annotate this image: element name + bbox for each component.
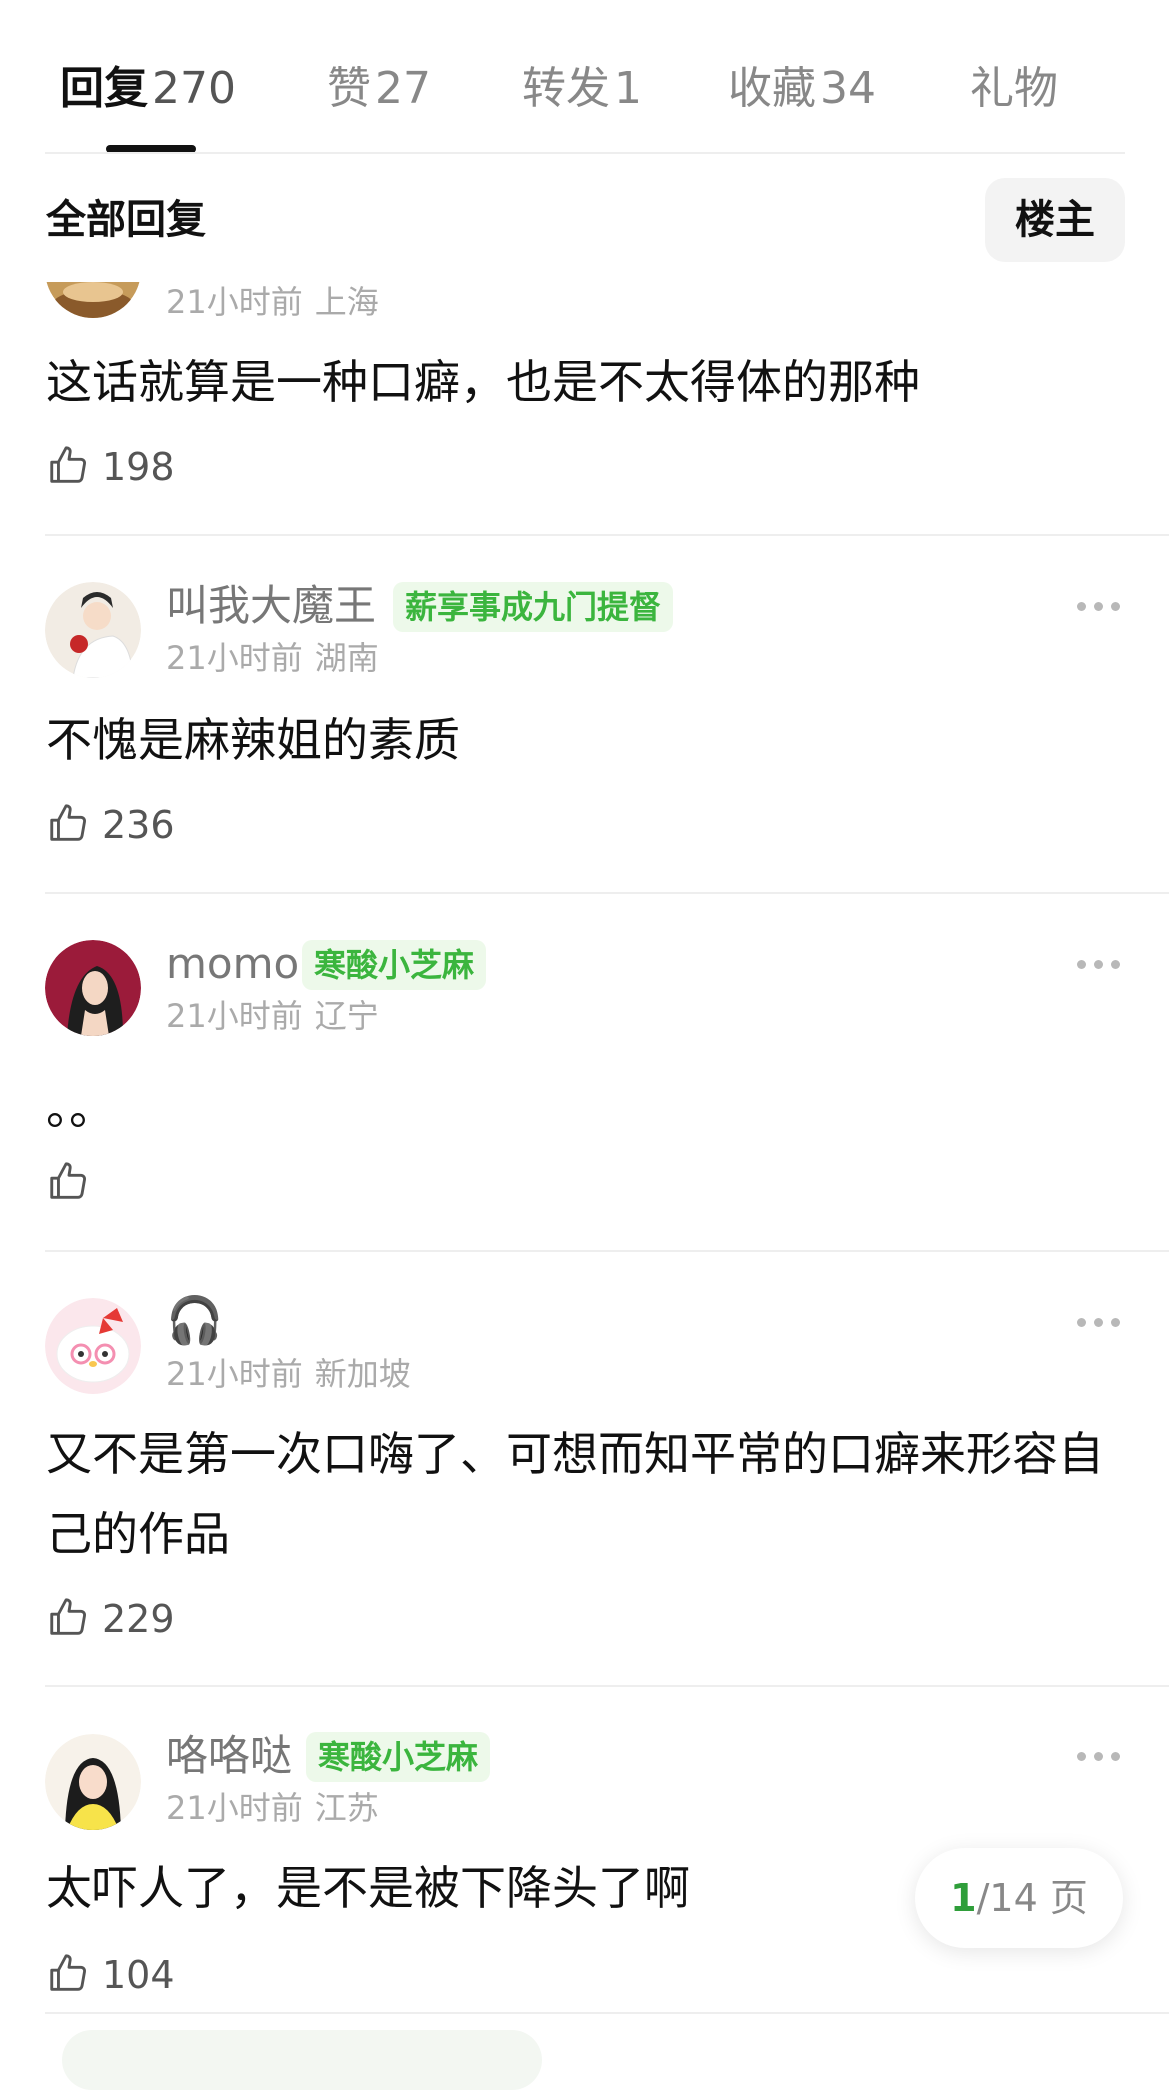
comment-divider: [45, 892, 1169, 894]
comment-meta: 21小时前 新加坡: [166, 1352, 411, 1396]
thumbs-up-icon: [50, 804, 87, 841]
op-only-button[interactable]: 楼主: [985, 178, 1125, 262]
comment-location: 湖南: [314, 639, 379, 677]
tab-bar: 回复270 赞27 转发1 收藏34 礼物: [0, 0, 1169, 154]
comment-username[interactable]: 咯咯哒: [166, 1728, 292, 1784]
avatar-image: [45, 1298, 141, 1394]
comment-meta: 21小时前 江苏: [166, 1786, 379, 1830]
tab-gifts-label: 礼物: [970, 63, 1058, 114]
more-options-icon[interactable]: [1075, 956, 1123, 972]
thumbs-up-icon: [50, 1162, 87, 1199]
avatar[interactable]: [45, 1734, 141, 1830]
comment-username[interactable]: momo: [166, 936, 299, 992]
user-badge: 寒酸小芝麻: [306, 1732, 491, 1782]
comment-time: 21小时前: [166, 639, 303, 677]
tab-favorites-count: 34: [820, 63, 876, 114]
comment-meta: 21小时前 湖南: [166, 636, 379, 680]
comment-content: 。。: [46, 1081, 115, 1135]
comment-divider: [45, 2012, 1169, 2014]
tab-favorites[interactable]: 收藏34: [728, 58, 876, 120]
user-badge: 寒酸小芝麻: [302, 940, 487, 990]
comment-meta: 21小时前 辽宁: [166, 994, 379, 1038]
thumbs-up-icon: [50, 446, 87, 483]
tab-replies-label: 回复: [60, 63, 148, 114]
comment-content: 这话就算是一种口癖，也是不太得体的那种: [46, 355, 920, 409]
tab-reposts-label: 转发: [522, 63, 610, 114]
reply-input-bar[interactable]: [62, 2030, 542, 2090]
tab-gifts[interactable]: 礼物: [970, 58, 1062, 120]
avatar[interactable]: [45, 582, 141, 678]
like-count: 198: [102, 445, 175, 489]
tab-likes-count: 27: [375, 63, 431, 114]
comment-time: 21小时前: [166, 1355, 303, 1393]
comment-divider: [45, 1250, 1169, 1252]
tab-reposts-count: 1: [614, 63, 642, 114]
comment-location: 辽宁: [314, 997, 379, 1035]
comment-divider: [45, 534, 1169, 536]
tab-likes-label: 赞: [327, 63, 371, 114]
comment-divider: [45, 1685, 1169, 1687]
comment-location: 江苏: [314, 1789, 379, 1827]
comment-time: 21小时前: [166, 283, 303, 321]
comment-content: 又不是第一次口嗨了、可想而知平常的口癖来形容自己的作品: [46, 1427, 1104, 1561]
more-options-icon[interactable]: [1075, 598, 1123, 614]
all-replies-title: 全部回复: [46, 197, 206, 243]
tab-replies[interactable]: 回复270: [60, 58, 236, 120]
current-page: 1: [950, 1876, 977, 1920]
page-indicator[interactable]: 1/14 页: [915, 1848, 1123, 1948]
comment-username[interactable]: 叫我大魔王: [166, 578, 376, 634]
avatar-image: [45, 940, 141, 1036]
tab-likes[interactable]: 赞27: [327, 58, 431, 120]
more-options-icon[interactable]: [1075, 1314, 1123, 1330]
tab-favorites-label: 收藏: [728, 63, 816, 114]
more-options-icon[interactable]: [1075, 1748, 1123, 1764]
avatar-image: [45, 582, 141, 678]
like-count: 104: [102, 1953, 175, 1997]
comment-username[interactable]: 🎧: [166, 1292, 223, 1348]
like-count: 236: [102, 803, 175, 847]
comment-time: 21小时前: [166, 997, 303, 1035]
comment-meta: 21小时前 上海: [166, 280, 379, 324]
like-count: 229: [102, 1597, 175, 1641]
avatar[interactable]: [45, 1298, 141, 1394]
total-pages: /14 页: [976, 1876, 1088, 1920]
avatar-image: [45, 1734, 141, 1830]
comment-location: 新加坡: [314, 1355, 411, 1393]
comment-content: 不愧是麻辣姐的素质: [46, 713, 460, 767]
tab-replies-count: 270: [152, 63, 236, 114]
user-badge: 薪享事成九门提督: [393, 582, 674, 632]
thumbs-up-icon: [50, 1598, 87, 1635]
tab-reposts[interactable]: 转发1: [522, 58, 642, 120]
comment-location: 上海: [314, 283, 379, 321]
thumbs-up-icon: [50, 1954, 87, 1991]
tabs-divider: [45, 152, 1125, 154]
comment-time: 21小时前: [166, 1789, 303, 1827]
avatar[interactable]: [45, 940, 141, 1036]
